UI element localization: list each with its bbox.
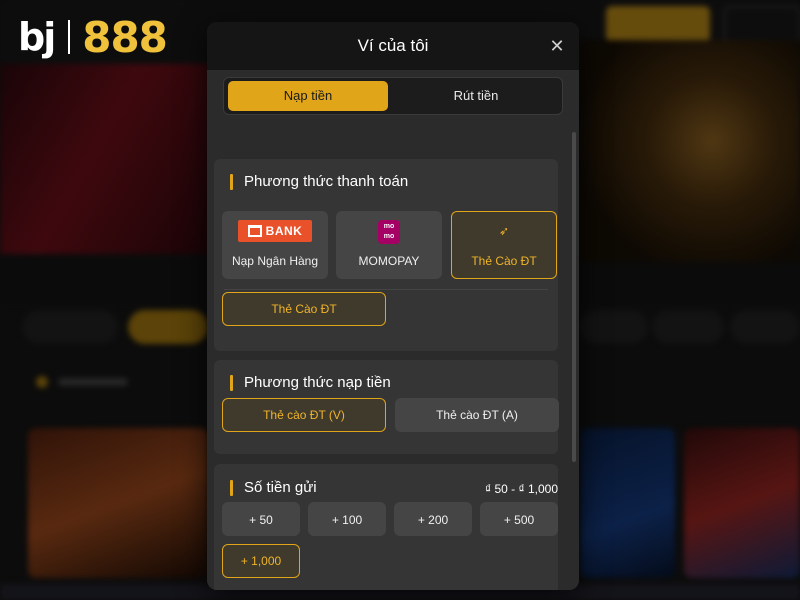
modal-title: Ví của tôi	[357, 36, 429, 55]
amount-range: ₫ 50 - ₫ 1,000	[484, 482, 558, 496]
section-title: Số tiền gửi	[230, 479, 317, 497]
divider	[224, 289, 548, 290]
payment-method-section: Phương thức thanh toán BANK Nạp Ngân Hàn…	[214, 159, 558, 351]
bank-icon: BANK	[238, 220, 312, 242]
scrollbar[interactable]	[572, 132, 576, 462]
phone-card-option[interactable]: Thẻ Cào ĐT	[222, 292, 386, 326]
payment-method-label: MOMOPAY	[358, 254, 420, 268]
payment-method-bank[interactable]: BANK Nạp Ngân Hàng	[222, 211, 328, 279]
deposit-option-a[interactable]: Thẻ cào ĐT (A)	[395, 398, 559, 432]
section-title: Phương thức thanh toán	[230, 173, 408, 191]
logo-bj: bj	[18, 15, 56, 59]
amount-button-selected[interactable]: + 1,000	[222, 544, 300, 578]
amount-button[interactable]: + 50	[222, 502, 300, 536]
payment-method-phone-card[interactable]: ➶ Thẻ Cào ĐT	[451, 211, 557, 279]
payment-method-momo[interactable]: mo mo MOMOPAY	[336, 211, 442, 279]
amount-button[interactable]: + 200	[394, 502, 472, 536]
close-icon[interactable]: ✕	[547, 36, 567, 56]
wallet-modal: Ví của tôi ✕ Nạp tiền Rút tiền Phương th…	[207, 22, 579, 590]
logo-divider	[68, 20, 71, 54]
amount-button[interactable]: + 500	[480, 502, 558, 536]
phone-card-icon: ➶	[498, 224, 510, 238]
brand-logo: bj 888	[18, 12, 168, 62]
payment-method-label: Nạp Ngân Hàng	[231, 254, 319, 268]
modal-header: Ví của tôi ✕	[207, 22, 579, 70]
payment-method-label: Thẻ Cào ĐT	[471, 254, 537, 268]
deposit-option-v[interactable]: Thẻ cào ĐT (V)	[222, 398, 386, 432]
amount-section: Số tiền gửi ₫ 50 - ₫ 1,000 + 50 + 100 + …	[214, 464, 558, 590]
deposit-method-section: Phương thức nạp tiền 👍 Thẻ cào ĐT (V) Th…	[214, 360, 559, 454]
logo-888: 888	[82, 12, 168, 62]
amount-button[interactable]: + 100	[308, 502, 386, 536]
tab-deposit[interactable]: Nạp tiền	[228, 81, 388, 111]
momo-icon: mo mo	[378, 220, 400, 244]
wallet-tabs: Nạp tiền Rút tiền	[223, 77, 563, 115]
modal-content[interactable]: Phương thức thanh toán BANK Nạp Ngân Hàn…	[207, 122, 579, 590]
tab-withdraw[interactable]: Rút tiền	[396, 81, 556, 111]
section-title: Phương thức nạp tiền	[230, 374, 391, 392]
